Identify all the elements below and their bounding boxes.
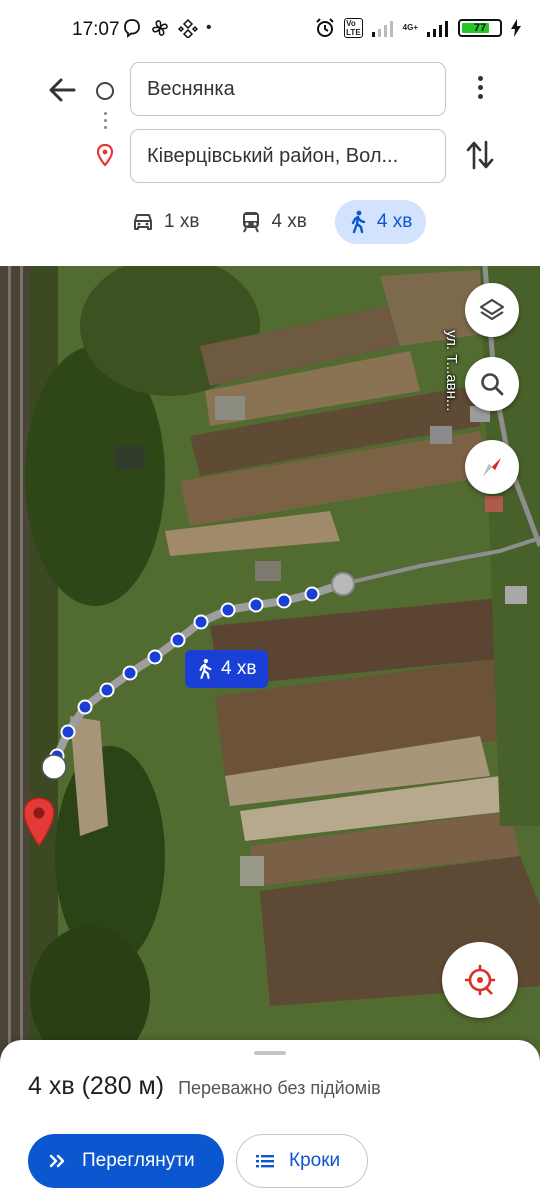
train-icon [243,212,260,233]
route-dot [77,699,93,715]
viber-icon [124,19,140,38]
route-dot [193,614,209,630]
walking-icon [199,658,212,679]
route-dot [220,602,236,618]
compass-button[interactable] [465,440,519,494]
charging-icon [511,19,521,37]
route-dot [304,586,320,602]
pinwheel-icon [152,20,168,36]
my-location-button[interactable] [442,942,518,1018]
mode-walk-label: 4 хв [376,211,413,232]
layers-button[interactable] [465,283,519,337]
route-dot [170,632,186,648]
compass-icon [483,458,501,476]
destination-field[interactable]: Ківерцівський район, Вол... [130,129,446,183]
route-dot [147,649,163,665]
list-icon [256,1155,274,1168]
origin-circle-icon [96,82,114,100]
origin-field[interactable]: Веснянка [130,62,446,116]
directions-header: Веснянка Ківерцівський район, Вол... 1 х… [0,60,540,266]
car-icon [134,214,152,230]
route-dot [276,593,292,609]
signal-icon-1 [371,21,393,37]
status-time: 17:07 [72,19,120,40]
preview-button-label: Переглянути [82,1150,195,1171]
route-dot [60,724,76,740]
double-chevron-icon [49,1154,65,1168]
mode-transit-label: 4 хв [271,211,307,232]
mode-walk[interactable]: 4 хв [334,200,427,244]
mode-car[interactable]: 1 хв [118,200,213,244]
battery-percent: 77 [473,22,487,34]
route-sheet[interactable]: 4 хв (280 м) Переважно без підйомів Пере… [0,1040,540,1200]
street-label: ул. Т...авн... [443,330,460,412]
map-view[interactable]: ул. Т...авн... 4 хв [0,266,540,1066]
route-end-marker [331,572,355,596]
route-start-marker [41,754,67,780]
route-connector [104,112,107,133]
more-options-icon[interactable] [470,76,490,104]
mode-car-label: 1 хв [164,211,200,232]
more-notifications-icon: • [206,19,212,36]
search-along-route-button[interactable] [465,357,519,411]
swap-directions-icon[interactable] [464,138,496,172]
destination-map-pin-icon[interactable] [21,796,57,848]
status-bar: 17:07 • Vo LTE 4G+ 77 [0,0,540,60]
search-icon [481,373,504,396]
alarm-icon [316,18,334,37]
destination-pin-icon [96,144,114,166]
route-summary: 4 хв (280 м) Переважно без підйомів [28,1072,381,1101]
route-summary-note: Переважно без підйомів [178,1078,381,1098]
signal-icon-2 [427,21,448,37]
back-arrow-icon[interactable] [44,74,80,106]
battery-icon: 77 [458,19,502,37]
route-summary-duration: 4 хв (280 м) [28,1072,165,1100]
route-dot [99,682,115,698]
route-duration-label: 4 хв [221,658,257,679]
route-dot [122,665,138,681]
mode-transit[interactable]: 4 хв [227,200,320,244]
preview-button[interactable]: Переглянути [28,1134,224,1188]
sheet-drag-handle[interactable] [254,1051,286,1055]
route-duration-chip[interactable]: 4 хв [185,650,269,688]
volte-icon: Vo LTE [344,18,363,38]
location-target-icon [465,965,495,995]
route-dot [248,597,264,613]
steps-button-label: Кроки [289,1150,341,1171]
steps-button[interactable]: Кроки [236,1134,368,1188]
travel-modes: 1 хв 4 хв 4 хв [118,200,427,244]
layers-icon [479,298,505,321]
walking-icon [351,210,366,234]
network-type: 4G+ [402,23,418,32]
binance-icon [178,18,198,38]
